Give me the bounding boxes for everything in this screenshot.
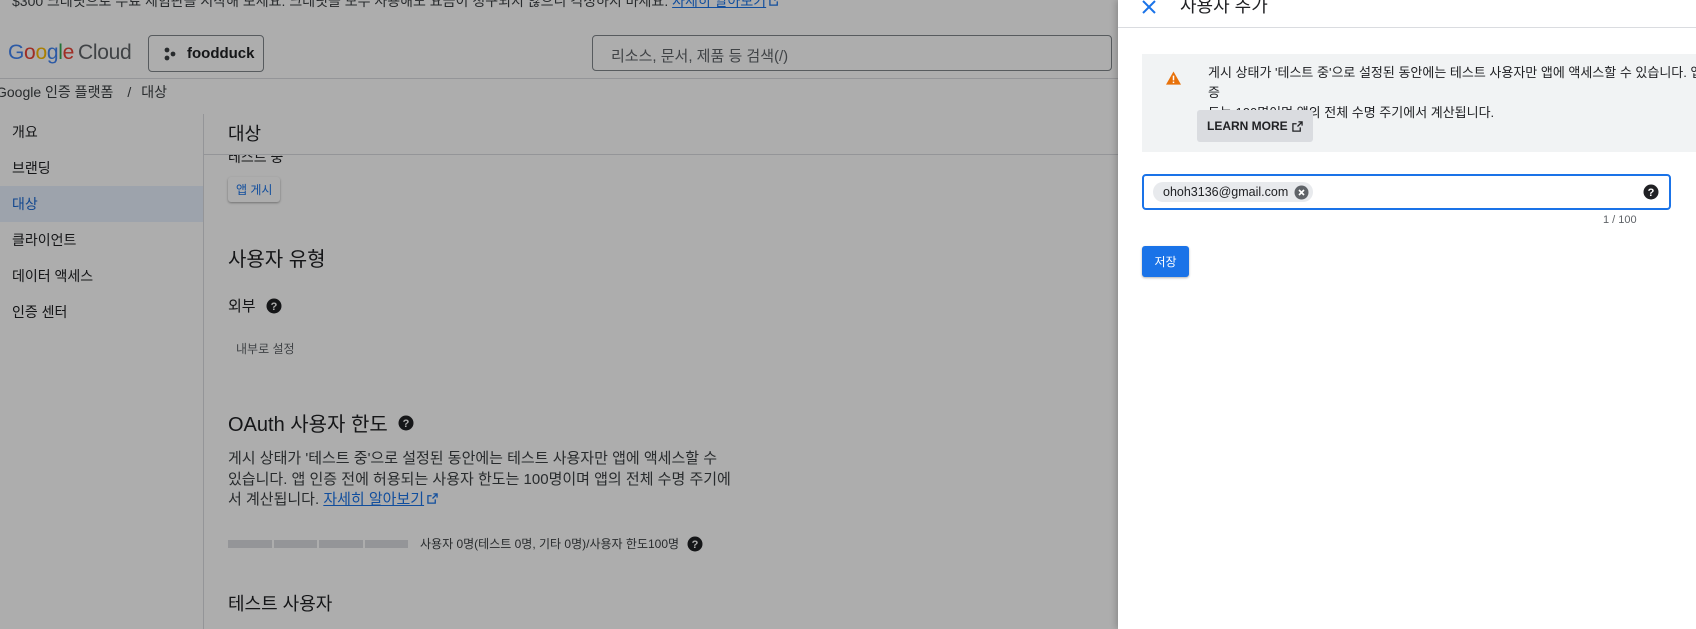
- close-icon[interactable]: [1138, 0, 1160, 18]
- learn-more-label: LEARN MORE: [1207, 119, 1288, 133]
- panel-title: 사용자 추가: [1180, 0, 1268, 16]
- info-callout: 게시 상태가 '테스트 중'으로 설정된 동안에는 테스트 사용자만 앱에 액세…: [1142, 54, 1696, 152]
- help-icon[interactable]: ?: [1643, 184, 1659, 200]
- warning-icon: [1166, 71, 1181, 85]
- panel-header: 사용자 추가: [1118, 0, 1696, 28]
- chip-remove-icon[interactable]: [1294, 185, 1309, 200]
- email-chip: ohoh3136@gmail.com: [1153, 182, 1314, 202]
- email-chip-label: ohoh3136@gmail.com: [1163, 185, 1289, 199]
- user-email-input[interactable]: ohoh3136@gmail.com ?: [1142, 174, 1671, 210]
- svg-text:?: ?: [1648, 187, 1655, 199]
- add-users-panel: 사용자 추가 게시 상태가 '테스트 중'으로 설정된 동안에는 테스트 사용자…: [1118, 0, 1696, 629]
- user-counter: 1 / 100: [1603, 214, 1637, 226]
- save-button[interactable]: 저장: [1142, 246, 1189, 277]
- learn-more-button[interactable]: LEARN MORE: [1197, 110, 1313, 142]
- external-link-icon: [1291, 120, 1303, 132]
- modal-scrim[interactable]: [0, 0, 1118, 629]
